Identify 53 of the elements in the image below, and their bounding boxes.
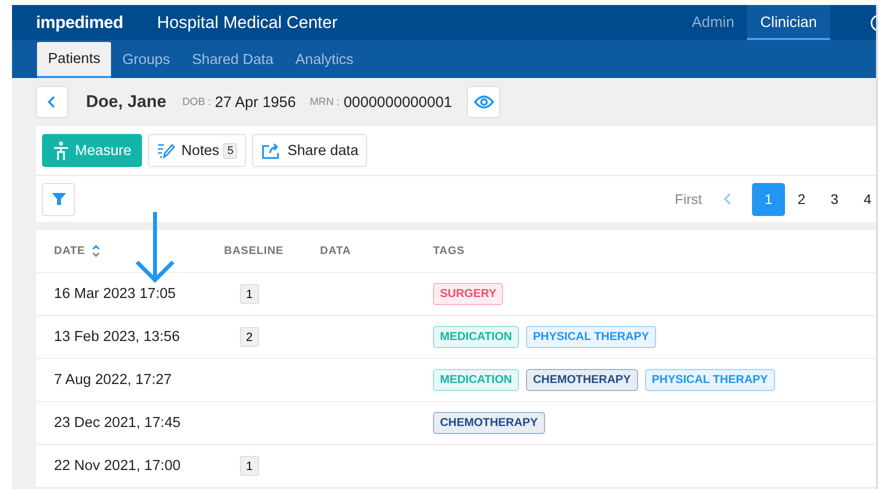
column-header: DATA [320, 245, 351, 257]
chevron-left-icon [47, 96, 57, 108]
column-header: TAGS [433, 245, 465, 257]
measure-button[interactable]: Measure [42, 134, 142, 167]
mrn-value: 0000000000001 [344, 94, 452, 110]
date-cell: 23 Dec 2021, 17:45 [54, 415, 181, 431]
column-header[interactable]: DATE [54, 245, 86, 257]
date-cell: 16 Mar 2023 17:05 [54, 286, 176, 302]
tag: MEDICATION [433, 369, 519, 391]
sort-icon[interactable] [91, 244, 102, 258]
first-page-link[interactable]: First [674, 191, 702, 207]
dob-value: 27 Apr 1956 [214, 94, 296, 110]
tag: MEDICATION [433, 326, 519, 348]
role-tab[interactable]: Admin [678, 5, 748, 40]
column-header: BASELINE [224, 245, 284, 257]
role-tab[interactable]: Clinician [747, 5, 830, 40]
nav-tab[interactable]: Patients [37, 42, 112, 78]
eye-icon [474, 95, 494, 109]
tag: CHEMOTHERAPY [526, 369, 638, 391]
baseline-badge: 1 [240, 456, 259, 476]
view-button[interactable] [467, 86, 500, 118]
page-button[interactable]: 4 [851, 182, 876, 216]
date-cell: 13 Feb 2023, 13:56 [54, 329, 180, 345]
dob-label: DOB : [182, 96, 211, 108]
baseline-badge: 1 [240, 284, 259, 304]
date-cell: 7 Aug 2022, 17:27 [54, 372, 172, 388]
share-icon [261, 142, 282, 160]
page-button[interactable]: 3 [818, 182, 851, 216]
page-button[interactable]: 1 [752, 182, 785, 216]
filter-icon [50, 191, 66, 207]
tag: CHEMOTHERAPY [433, 412, 545, 434]
patient-name: Doe, Jane [86, 92, 166, 112]
previous-page-icon[interactable] [724, 193, 732, 205]
nav-tab[interactable]: Groups [111, 42, 181, 78]
back-button[interactable] [36, 86, 68, 118]
pencil-icon [157, 142, 176, 160]
notes-button[interactable]: Notes 5 [148, 134, 246, 167]
page-button[interactable]: 2 [785, 182, 818, 216]
app-title: Hospital Medical Center [157, 12, 338, 32]
logo: impedimed [36, 12, 124, 32]
tag: SURGERY [433, 283, 504, 305]
date-cell: 22 Nov 2021, 17:00 [54, 458, 181, 474]
notes-count: 5 [223, 142, 238, 158]
nav-tab[interactable]: Shared Data [180, 42, 284, 78]
filter-button[interactable] [42, 182, 75, 216]
annotation-arrow [133, 212, 177, 284]
mrn-label: MRN : [310, 96, 340, 108]
nav-tab[interactable]: Analytics [284, 42, 364, 78]
person-icon [53, 140, 69, 160]
share-button[interactable]: Share data [252, 134, 368, 167]
tag: PHYSICAL THERAPY [644, 369, 775, 391]
tag: PHYSICAL THERAPY [526, 326, 656, 348]
baseline-badge: 2 [240, 327, 259, 347]
